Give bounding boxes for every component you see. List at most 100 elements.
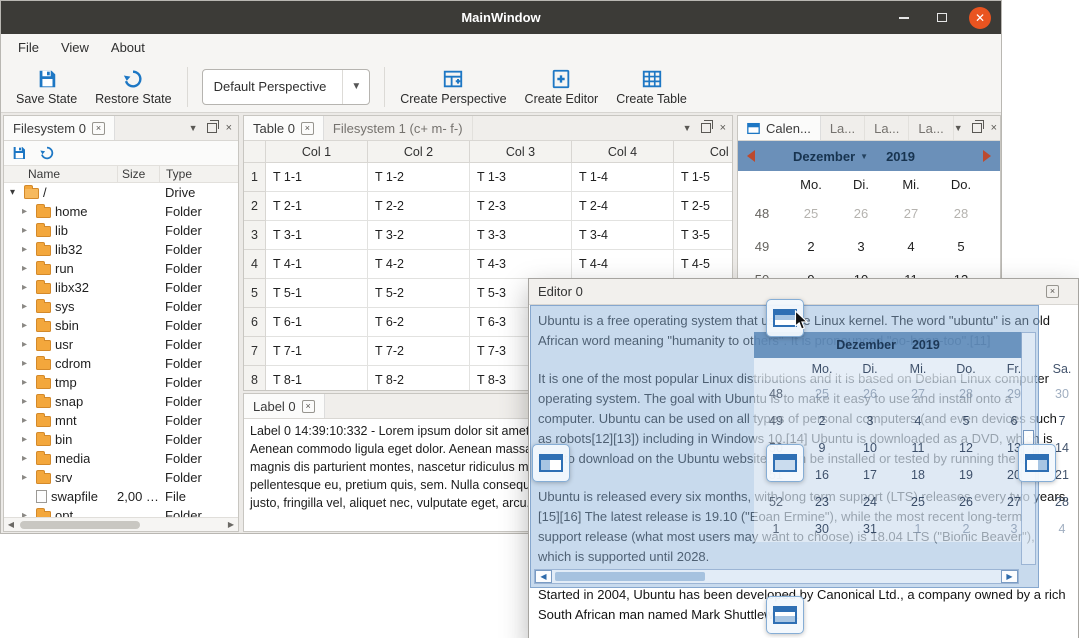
float-icon[interactable] xyxy=(207,123,217,133)
table-cell[interactable]: T 1-2 xyxy=(368,163,470,192)
tab-filesystem-1[interactable]: Filesystem 1 (c+ m- f-) xyxy=(324,116,473,140)
fs-tree-row[interactable]: ▸libFolder xyxy=(4,221,238,240)
table-row-header[interactable]: 4 xyxy=(244,250,266,279)
expand-arrow-icon[interactable]: ▸ xyxy=(22,301,32,312)
table-cell[interactable]: T 8-1 xyxy=(266,366,368,390)
table-row-header[interactable]: 2 xyxy=(244,192,266,221)
table-cell[interactable]: T 6-1 xyxy=(266,308,368,337)
expand-arrow-icon[interactable]: ▸ xyxy=(22,453,32,464)
fs-tree-row[interactable]: ▸sysFolder xyxy=(4,297,238,316)
perspective-combobox[interactable]: Default Perspective ▼ xyxy=(202,69,371,105)
table-column-header[interactable]: Col 1 xyxy=(266,141,368,163)
editor-close-icon[interactable]: × xyxy=(1046,285,1059,298)
panel-close-icon[interactable]: × xyxy=(991,123,997,134)
create-table-button[interactable]: Create Table xyxy=(607,65,696,109)
table-cell[interactable]: T 3-5 xyxy=(674,221,732,250)
fs-tree-row[interactable]: ▸lib32Folder xyxy=(4,240,238,259)
float-icon[interactable] xyxy=(972,123,982,133)
horizontal-scrollbar[interactable]: ◀ ▶ xyxy=(534,569,1019,584)
table-cell[interactable]: T 1-4 xyxy=(572,163,674,192)
panel-menu-icon[interactable]: ▼ xyxy=(954,123,963,133)
tab-close-icon[interactable]: × xyxy=(92,122,105,135)
fs-tree-row[interactable]: ▸mediaFolder xyxy=(4,449,238,468)
expand-arrow-icon[interactable]: ▸ xyxy=(22,320,32,331)
table-cell[interactable]: T 1-1 xyxy=(266,163,368,192)
table-cell[interactable]: T 1-3 xyxy=(470,163,572,192)
tab-label-3[interactable]: La... xyxy=(909,116,953,140)
minimize-button[interactable] xyxy=(893,7,915,29)
menu-file[interactable]: File xyxy=(7,34,50,61)
table-cell[interactable]: T 2-1 xyxy=(266,192,368,221)
fs-tree-row[interactable]: ▸libx32Folder xyxy=(4,278,238,297)
table-cell[interactable]: T 4-2 xyxy=(368,250,470,279)
tab-close-icon[interactable]: × xyxy=(301,122,314,135)
fs-tree-row[interactable]: ▸runFolder xyxy=(4,259,238,278)
save-state-button[interactable]: Save State xyxy=(7,65,86,109)
expand-arrow-icon[interactable]: ▸ xyxy=(22,225,32,236)
fs-tree-row[interactable]: ▸binFolder xyxy=(4,430,238,449)
table-cell[interactable]: T 2-4 xyxy=(572,192,674,221)
expand-arrow-icon[interactable]: ▾ xyxy=(10,187,20,198)
table-row-header[interactable]: 3 xyxy=(244,221,266,250)
calendar-date[interactable]: 29 xyxy=(986,197,1000,230)
scroll-right-icon[interactable]: ▶ xyxy=(1001,570,1018,583)
expand-arrow-icon[interactable]: ▸ xyxy=(22,377,32,388)
calendar-date[interactable]: 4 xyxy=(886,230,936,263)
table-cell[interactable]: T 7-2 xyxy=(368,337,470,366)
column-header-name[interactable]: Name xyxy=(4,166,117,182)
drop-indicator-bottom[interactable] xyxy=(766,596,804,634)
calendar-date[interactable]: 25 xyxy=(786,197,836,230)
table-cell[interactable]: T 3-1 xyxy=(266,221,368,250)
fs-tree-row[interactable]: ▸mntFolder xyxy=(4,411,238,430)
table-cell[interactable]: T 1-5 xyxy=(674,163,732,192)
table-row-header[interactable]: 5 xyxy=(244,279,266,308)
drop-indicator-right[interactable] xyxy=(1018,444,1056,482)
panel-menu-icon[interactable]: ▼ xyxy=(189,123,198,133)
save-icon[interactable] xyxy=(11,145,27,161)
year-selector[interactable]: 2019 xyxy=(886,149,915,164)
scrollbar-thumb[interactable] xyxy=(20,521,140,529)
table-column-header[interactable]: Col 3 xyxy=(470,141,572,163)
table-row-header[interactable]: 8 xyxy=(244,366,266,390)
fs-tree-row[interactable]: ▸tmpFolder xyxy=(4,373,238,392)
month-selector[interactable]: Dezember ▼ xyxy=(793,149,868,164)
float-icon[interactable] xyxy=(701,123,711,133)
fs-tree-row[interactable]: ▸usrFolder xyxy=(4,335,238,354)
tab-calendar[interactable]: Calen... xyxy=(738,116,821,140)
expand-arrow-icon[interactable]: ▸ xyxy=(22,472,32,483)
table-row-header[interactable]: 6 xyxy=(244,308,266,337)
table-row-header[interactable]: 7 xyxy=(244,337,266,366)
calendar-date[interactable]: 26 xyxy=(836,197,886,230)
calendar-date[interactable]: 3 xyxy=(836,230,886,263)
expand-arrow-icon[interactable]: ▸ xyxy=(22,206,32,217)
table-cell[interactable]: T 6-2 xyxy=(368,308,470,337)
panel-close-icon[interactable]: × xyxy=(226,123,232,134)
panel-menu-icon[interactable]: ▼ xyxy=(683,123,692,133)
expand-arrow-icon[interactable]: ▸ xyxy=(22,358,32,369)
expand-arrow-icon[interactable]: ▸ xyxy=(22,510,32,517)
window-titlebar[interactable]: MainWindow ✕ xyxy=(1,1,1001,34)
table-cell[interactable]: T 4-1 xyxy=(266,250,368,279)
tab-label-1[interactable]: La... xyxy=(821,116,865,140)
column-header-size[interactable]: Size xyxy=(117,166,159,182)
table-cell[interactable]: T 3-4 xyxy=(572,221,674,250)
fs-tree-row[interactable]: ▸srvFolder xyxy=(4,468,238,487)
fs-tree-row[interactable]: ▸sbinFolder xyxy=(4,316,238,335)
tab-filesystem-0[interactable]: Filesystem 0 × xyxy=(4,116,115,140)
scroll-left-icon[interactable]: ◀ xyxy=(4,520,18,529)
table-cell[interactable]: T 5-2 xyxy=(368,279,470,308)
table-row-header[interactable]: 1 xyxy=(244,163,266,192)
table-cell[interactable]: T 7-1 xyxy=(266,337,368,366)
calendar-date[interactable]: 28 xyxy=(936,197,986,230)
scroll-left-icon[interactable]: ◀ xyxy=(535,570,552,583)
fs-tree-row[interactable]: ▸optFolder xyxy=(4,506,238,517)
calendar-date[interactable]: 2 xyxy=(786,230,836,263)
expand-arrow-icon[interactable]: ▸ xyxy=(22,434,32,445)
tab-label-0[interactable]: Label 0 × xyxy=(244,394,325,418)
fs-tree-row[interactable]: ▸homeFolder xyxy=(4,202,238,221)
table-cell[interactable]: T 3-3 xyxy=(470,221,572,250)
table-column-header[interactable]: Col 4 xyxy=(572,141,674,163)
table-cell[interactable]: T 2-2 xyxy=(368,192,470,221)
table-cell[interactable]: T 4-5 xyxy=(674,250,732,279)
table-cell[interactable]: T 5-1 xyxy=(266,279,368,308)
